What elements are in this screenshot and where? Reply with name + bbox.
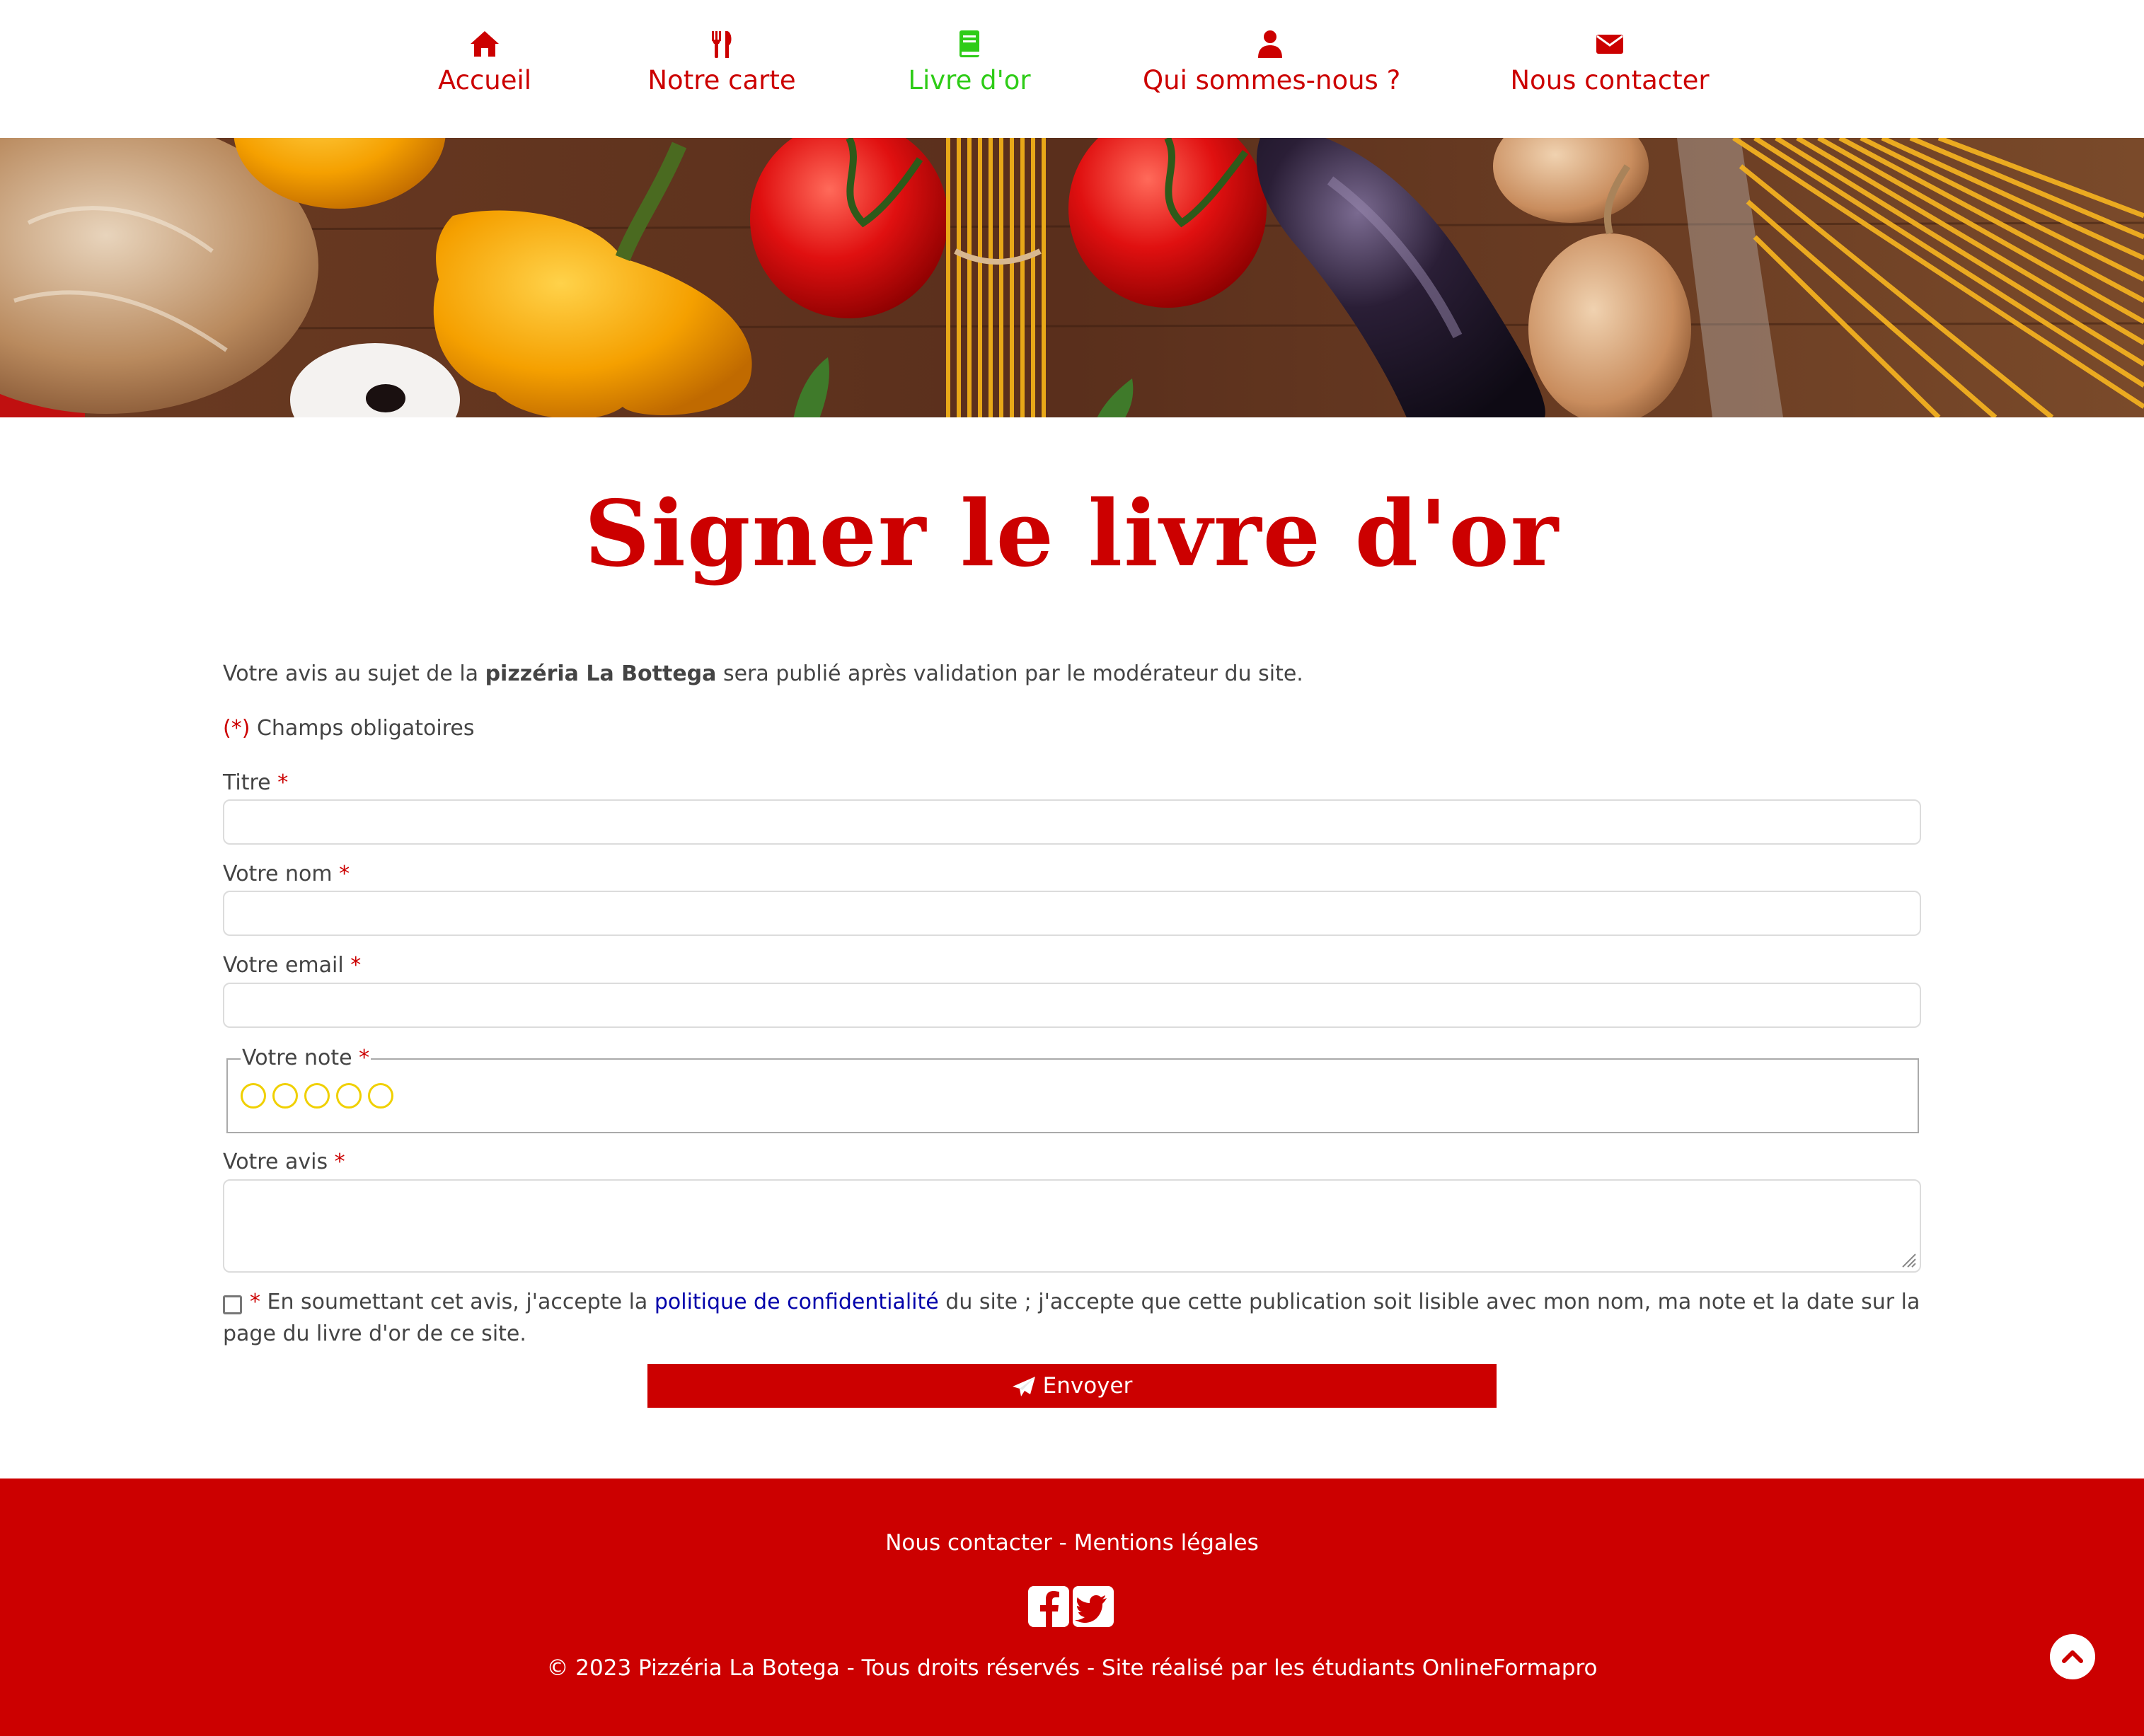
nav-label: Accueil — [437, 65, 532, 96]
twitter-icon[interactable] — [1073, 1586, 1114, 1627]
required-marker: (*) — [223, 716, 250, 741]
social-links — [1028, 1586, 1114, 1628]
rating-star-5[interactable] — [368, 1083, 393, 1109]
main-navigation: Accueil Notre carte Livre d'or Qui somme… — [0, 0, 2144, 138]
home-icon — [471, 31, 499, 57]
nav-item-qui-sommes-nous[interactable]: Qui sommes-nous ? — [1143, 28, 1401, 106]
nav-item-livre-dor[interactable]: Livre d'or — [906, 28, 1033, 106]
required-asterisk: * — [359, 1046, 370, 1070]
intro-text: Votre avis au sujet de la pizzéria La Bo… — [223, 661, 1303, 686]
title-input[interactable] — [223, 799, 1921, 845]
restaurant-name: pizzéria La Bottega — [485, 661, 717, 686]
footer-separator: - — [1051, 1530, 1074, 1556]
title-label: Titre * — [223, 770, 288, 795]
hero-banner-food-image — [0, 138, 2144, 417]
book-icon — [959, 30, 979, 57]
site-footer: Nous contacter - Mentions légales © 2023… — [0, 1479, 2144, 1736]
rating-star-3[interactable] — [304, 1083, 330, 1109]
rating-star-2[interactable] — [272, 1083, 298, 1109]
submit-button[interactable]: Envoyer — [647, 1364, 1497, 1408]
back-to-top-button[interactable] — [2050, 1634, 2095, 1679]
page-title: Signer le livre d'or — [584, 481, 1560, 587]
email-input[interactable] — [223, 983, 1921, 1028]
required-text: Champs obligatoires — [250, 716, 475, 741]
chevron-up-icon — [2062, 1650, 2083, 1663]
required-asterisk: * — [277, 770, 289, 795]
nav-label: Nous contacter — [1510, 65, 1710, 96]
name-input[interactable] — [223, 891, 1921, 936]
required-asterisk: * — [339, 862, 350, 886]
required-asterisk: * — [350, 953, 362, 978]
envelope-icon — [1596, 35, 1623, 54]
email-label: Votre email * — [223, 953, 361, 978]
name-label: Votre nom * — [223, 862, 350, 886]
rating-star-4[interactable] — [336, 1083, 362, 1109]
label-text: Titre — [223, 770, 271, 795]
nav-label: Qui sommes-nous ? — [1143, 65, 1401, 96]
label-text: Votre note — [242, 1046, 352, 1070]
intro-text-end: sera publié après validation par le modé… — [716, 661, 1303, 686]
rating-star-1[interactable] — [241, 1083, 266, 1109]
user-icon — [1258, 30, 1282, 58]
footer-legal-link[interactable]: Mentions légales — [1074, 1530, 1259, 1556]
nav-label: Livre d'or — [908, 65, 1031, 96]
paper-plane-icon — [1012, 1377, 1035, 1396]
submit-label: Envoyer — [1042, 1373, 1133, 1399]
required-asterisk: * — [334, 1150, 345, 1174]
rating-label: Votre note * — [241, 1046, 371, 1070]
consent-text-start: En soumettant cet avis, j'accepte la — [267, 1290, 655, 1314]
required-fields-note: (*) Champs obligatoires — [223, 716, 474, 741]
rating-fieldset — [226, 1058, 1919, 1133]
resize-handle-icon[interactable] — [1900, 1251, 1917, 1268]
intro-text-start: Votre avis au sujet de la — [223, 661, 485, 686]
fork-knife-icon — [712, 31, 732, 58]
facebook-icon[interactable] — [1028, 1586, 1069, 1627]
label-text: Votre email — [223, 953, 344, 978]
review-label: Votre avis * — [223, 1150, 345, 1174]
label-text: Votre nom — [223, 862, 333, 886]
nav-item-accueil[interactable]: Accueil — [428, 28, 541, 106]
nav-item-notre-carte[interactable]: Notre carte — [640, 28, 803, 106]
nav-label: Notre carte — [647, 65, 796, 96]
copyright-text: © 2023 Pizzéria La Botega - Tous droits … — [546, 1655, 1598, 1681]
privacy-policy-link[interactable]: politique de confidentialité — [655, 1290, 939, 1314]
footer-links: Nous contacter - Mentions légales — [0, 1530, 2144, 1556]
nav-item-nous-contacter[interactable]: Nous contacter — [1507, 28, 1712, 106]
required-asterisk: * — [250, 1290, 260, 1314]
review-textarea[interactable] — [223, 1179, 1921, 1273]
consent-text: * En soumettant cet avis, j'accepte la p… — [223, 1286, 1935, 1350]
footer-contact-link[interactable]: Nous contacter — [885, 1530, 1052, 1556]
label-text: Votre avis — [223, 1150, 328, 1174]
